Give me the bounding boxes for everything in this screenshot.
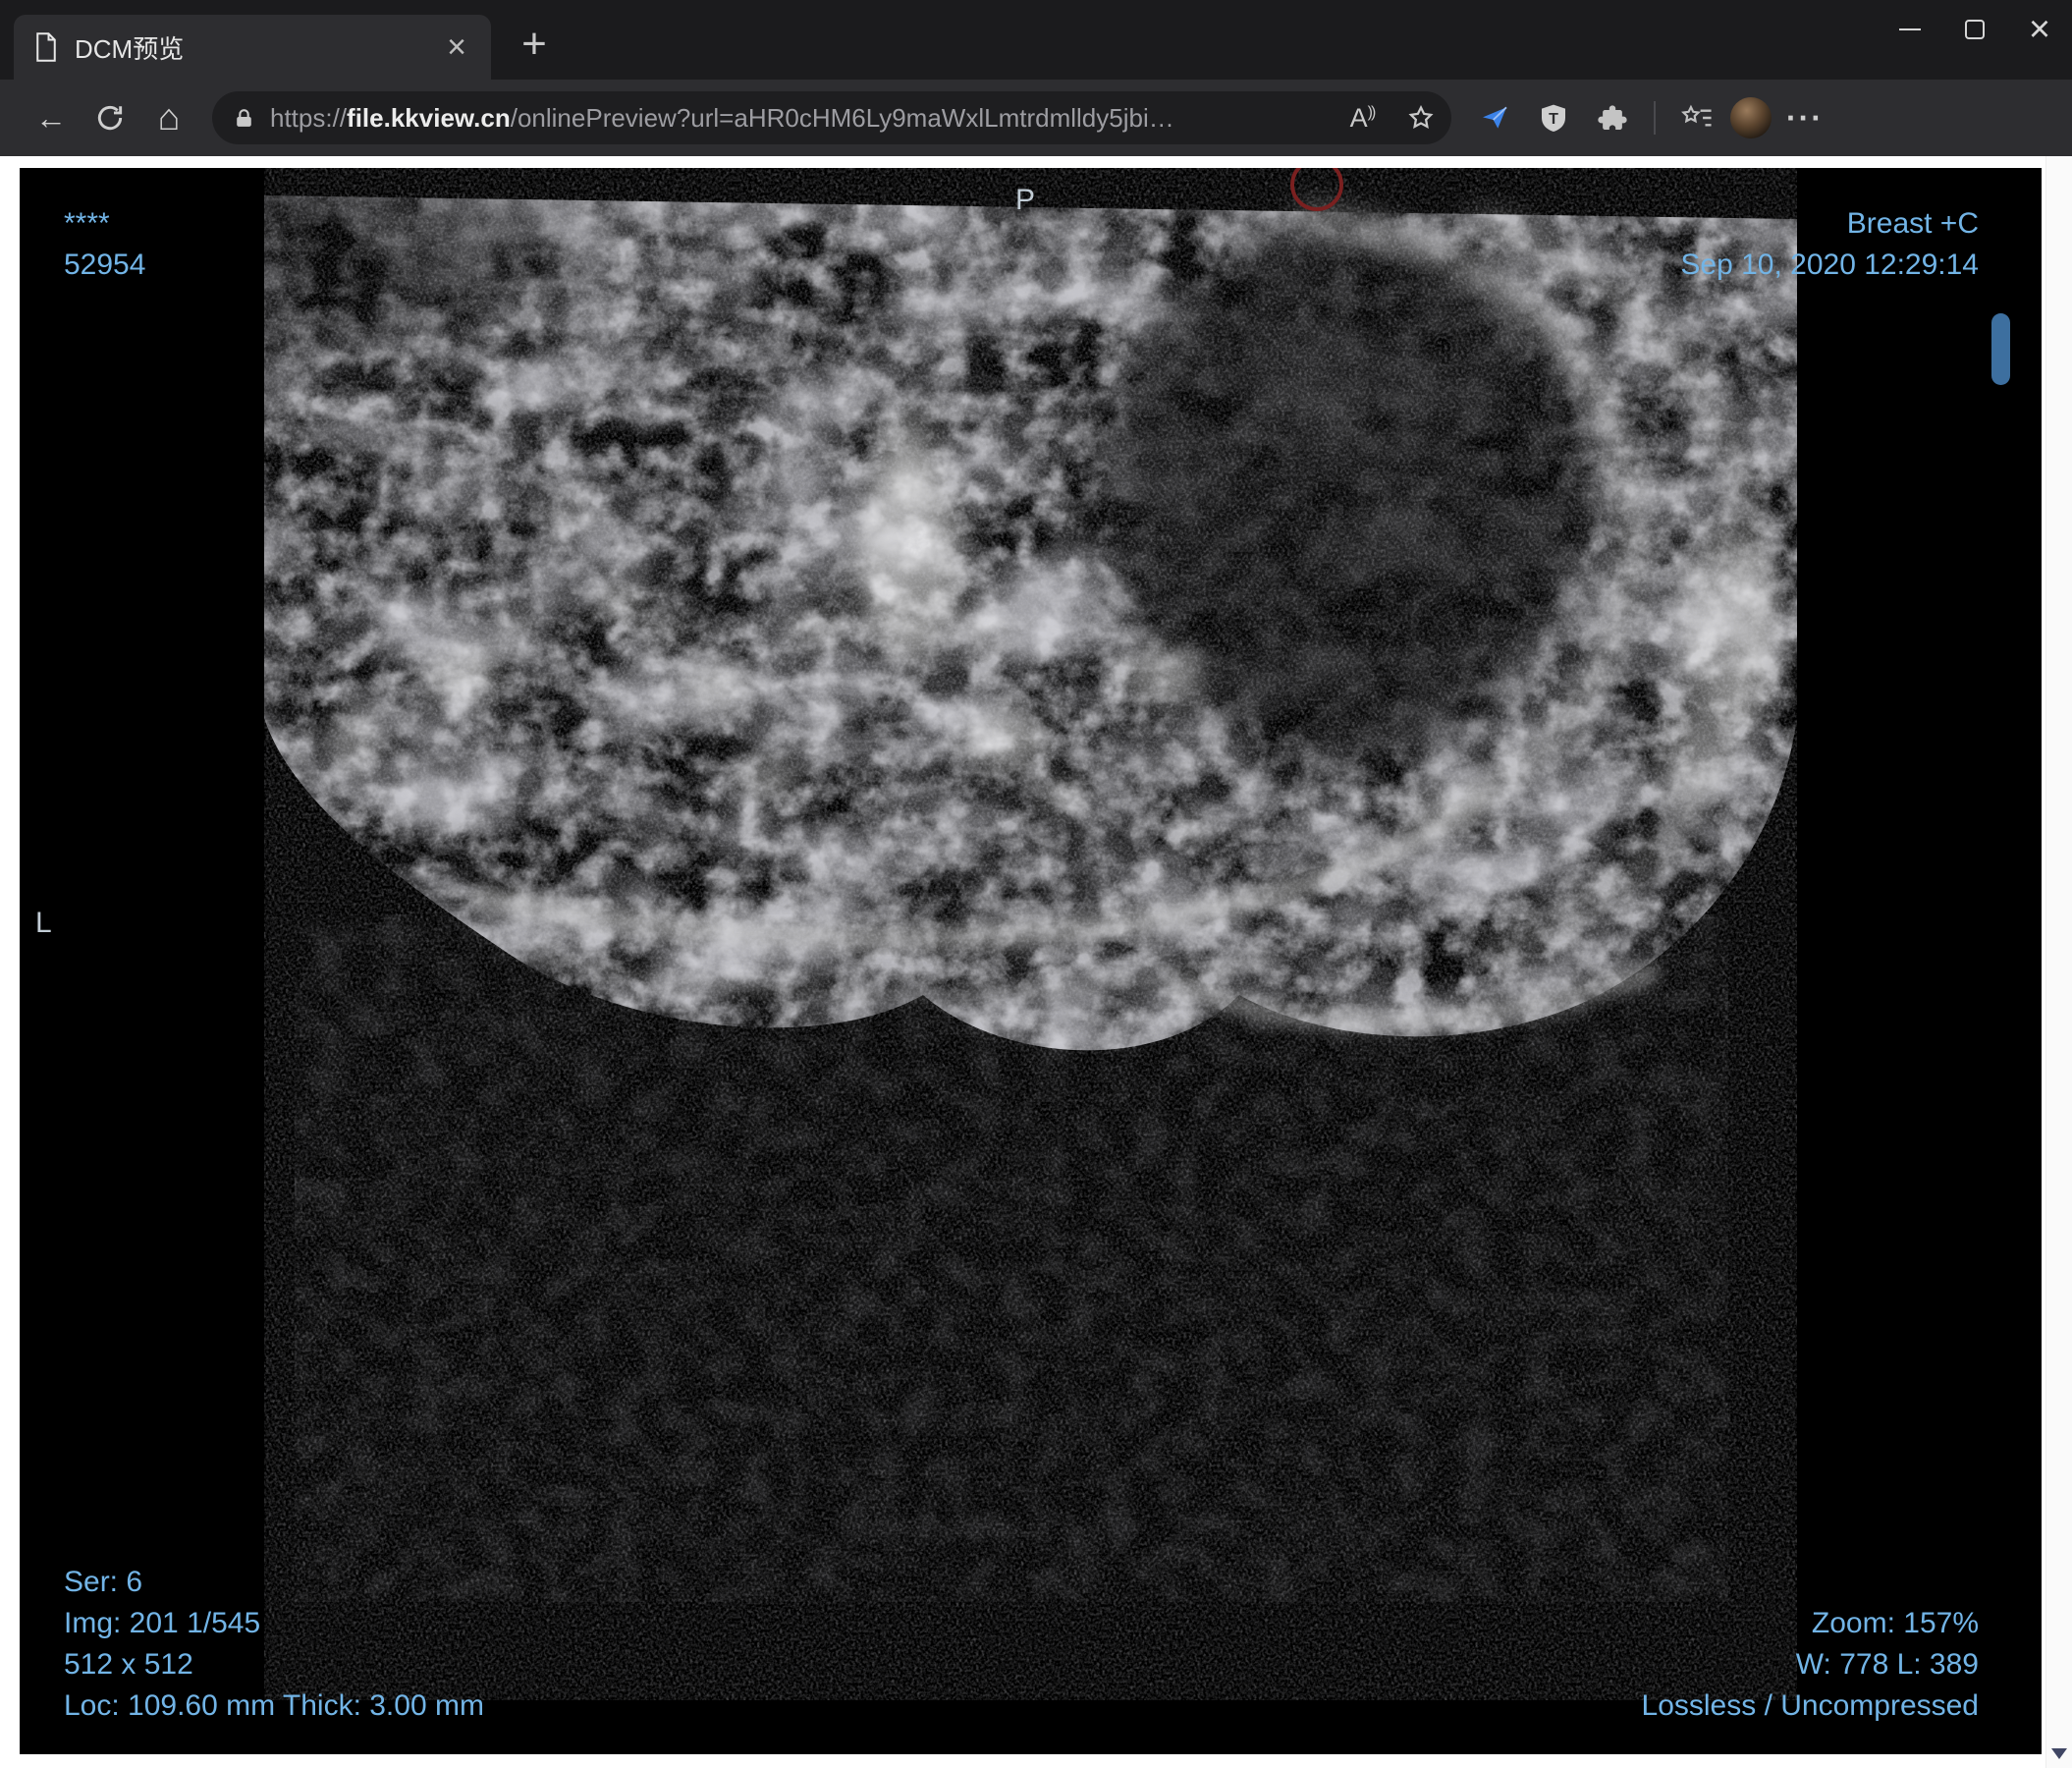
window-controls: × [1878, 0, 2072, 59]
minimize-icon [1899, 28, 1921, 30]
favorites-bar-button[interactable] [1671, 92, 1722, 143]
favorite-star-button[interactable] [1398, 95, 1444, 140]
window-level: W: 778 L: 389 [1795, 1648, 1979, 1681]
favorites-list-icon [1681, 104, 1712, 127]
orientation-marker-left: L [35, 907, 52, 939]
series-number: Ser: 6 [64, 1566, 143, 1598]
back-icon: ← [35, 99, 67, 136]
slice-location: Loc: 109.60 mm Thick: 3.00 mm [64, 1689, 484, 1722]
image-number: Img: 201 1/545 [64, 1607, 261, 1639]
overlay-top-left: **** 52954 [64, 203, 145, 286]
close-button[interactable]: × [2007, 0, 2072, 59]
maximize-icon [1965, 20, 1985, 39]
read-aloud-button[interactable]: A)) [1339, 95, 1385, 140]
maximize-button[interactable] [1942, 0, 2007, 59]
overlay-bottom-right: Zoom: 157% W: 778 L: 389 Lossless / Unco… [1642, 1603, 1979, 1727]
orientation-marker-posterior: P [1015, 184, 1036, 216]
tab-strip: DCM预览 × + × [0, 0, 2072, 80]
patient-id-masked: **** [64, 207, 110, 240]
extensions-puzzle-icon[interactable] [1587, 92, 1638, 143]
overlay-bottom-left: Ser: 6 Img: 201 1/545 512 x 512 Loc: 109… [64, 1562, 484, 1727]
url-path: /onlinePreview?url=aHR0cHM6Ly9maWxlLmtrd… [510, 102, 1174, 133]
study-datetime: Sep 10, 2020 12:29:14 [1680, 249, 1979, 281]
lock-icon [232, 106, 256, 131]
more-menu-button[interactable]: ··· [1779, 92, 1830, 143]
refresh-icon [97, 105, 123, 131]
toolbar-divider [1654, 101, 1656, 135]
study-description: Breast +C [1846, 207, 1979, 240]
svg-text:T: T [1549, 111, 1558, 128]
home-button[interactable]: ⌂ [143, 92, 194, 143]
home-icon: ⌂ [157, 96, 181, 138]
browser-toolbar: ← ⌂ https://file.kkview.cn/onlinePreview… [0, 80, 2072, 156]
minimize-button[interactable] [1878, 0, 1942, 59]
tab-title: DCM预览 [75, 33, 185, 64]
slice-slider-thumb[interactable] [1991, 313, 2010, 385]
scrollbar-down-arrow-icon[interactable] [2051, 1748, 2067, 1759]
page-scrollbar[interactable] [2045, 156, 2072, 1768]
zoom-level: Zoom: 157% [1811, 1607, 1979, 1639]
image-matrix: 512 x 512 [64, 1648, 193, 1681]
browser-tab[interactable]: DCM预览 × [14, 15, 491, 80]
page-content: **** 52954 Breast +C Sep 10, 2020 12:29:… [0, 156, 2072, 1768]
back-button[interactable]: ← [26, 92, 77, 143]
mri-image [20, 168, 2042, 1754]
compression-info: Lossless / Uncompressed [1641, 1689, 1979, 1722]
shield-extension-icon[interactable]: T [1528, 92, 1579, 143]
close-icon: × [2028, 9, 2051, 50]
read-aloud-icon: A)) [1349, 102, 1377, 133]
url-text[interactable]: https://file.kkview.cn/onlinePreview?url… [270, 103, 1326, 134]
refresh-button[interactable] [84, 92, 136, 143]
dicom-viewer-canvas[interactable]: **** 52954 Breast +C Sep 10, 2020 12:29:… [20, 168, 2042, 1754]
url-scheme: https:// [270, 102, 348, 133]
url-domain: file.kkview.cn [347, 102, 511, 133]
tab-close-icon[interactable]: × [436, 27, 477, 68]
blue-extension-icon[interactable] [1469, 92, 1520, 143]
profile-avatar[interactable] [1730, 97, 1772, 138]
ellipsis-icon: ··· [1786, 99, 1824, 136]
address-bar[interactable]: https://file.kkview.cn/onlinePreview?url… [212, 91, 1451, 144]
patient-number: 52954 [64, 249, 146, 281]
star-icon [1408, 104, 1434, 129]
browser-window: DCM预览 × + × ← ⌂ https://file.kkview.cn/o… [0, 0, 2072, 1768]
document-icon [33, 32, 59, 62]
overlay-top-right: Breast +C Sep 10, 2020 12:29:14 [1680, 203, 1979, 286]
new-tab-button[interactable]: + [511, 20, 558, 68]
